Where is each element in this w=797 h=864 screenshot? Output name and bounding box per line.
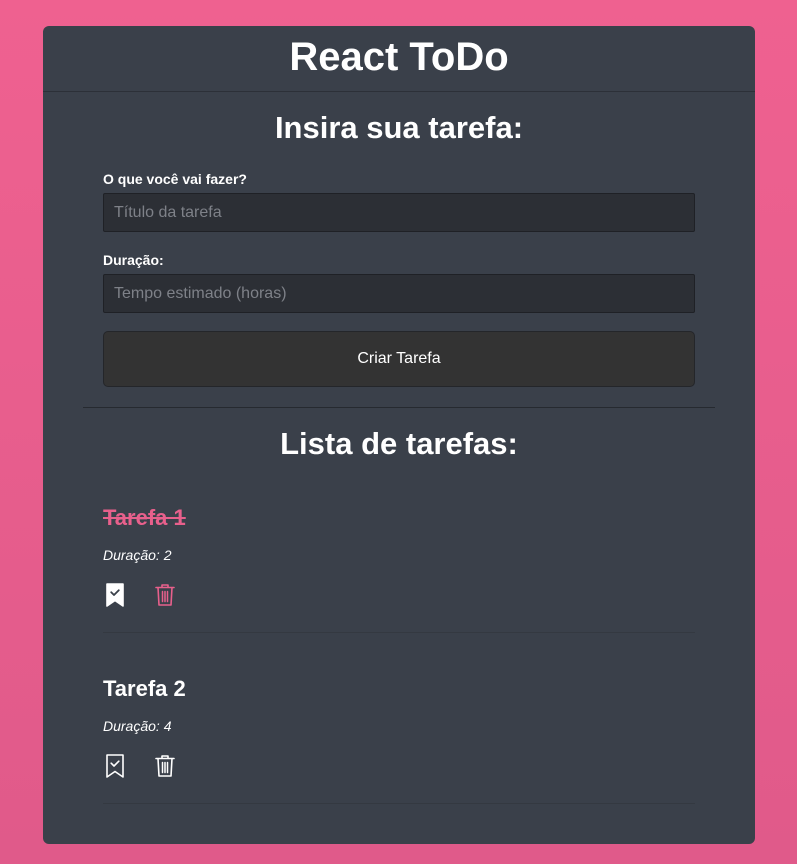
task-actions (103, 582, 177, 608)
task-item: Tarefa 1 Duração: 2 (103, 488, 695, 633)
duration-label: Duração: (103, 252, 164, 268)
form-heading: Insira sua tarefa: (274, 110, 524, 145)
create-task-button[interactable]: Criar Tarefa (103, 331, 695, 387)
task-title-input[interactable] (103, 193, 695, 232)
title-field-group: O que você vai fazer? (103, 171, 695, 232)
app-title: React ToDo (289, 35, 509, 79)
todo-app: React ToDo Insira sua tarefa: O que você… (43, 26, 755, 844)
trash-icon[interactable] (153, 753, 177, 779)
task-item: Tarefa 2 Duração: 4 (103, 659, 695, 804)
task-duration: Duração: 4 (103, 718, 172, 734)
task-title: Tarefa 2 (103, 676, 186, 701)
task-duration-input[interactable] (103, 274, 695, 313)
title-label: O que você vai fazer? (103, 171, 247, 187)
app-header: React ToDo (43, 26, 755, 92)
bookmark-check-icon[interactable] (103, 753, 127, 779)
section-divider (83, 407, 715, 408)
task-duration: Duração: 2 (103, 547, 172, 563)
bookmark-check-filled-icon[interactable] (103, 582, 127, 608)
task-title: Tarefa 1 (103, 505, 186, 530)
duration-field-group: Duração: (103, 252, 695, 313)
trash-icon[interactable] (153, 582, 177, 608)
task-actions (103, 753, 177, 779)
list-heading: Lista de tarefas: (280, 426, 518, 461)
